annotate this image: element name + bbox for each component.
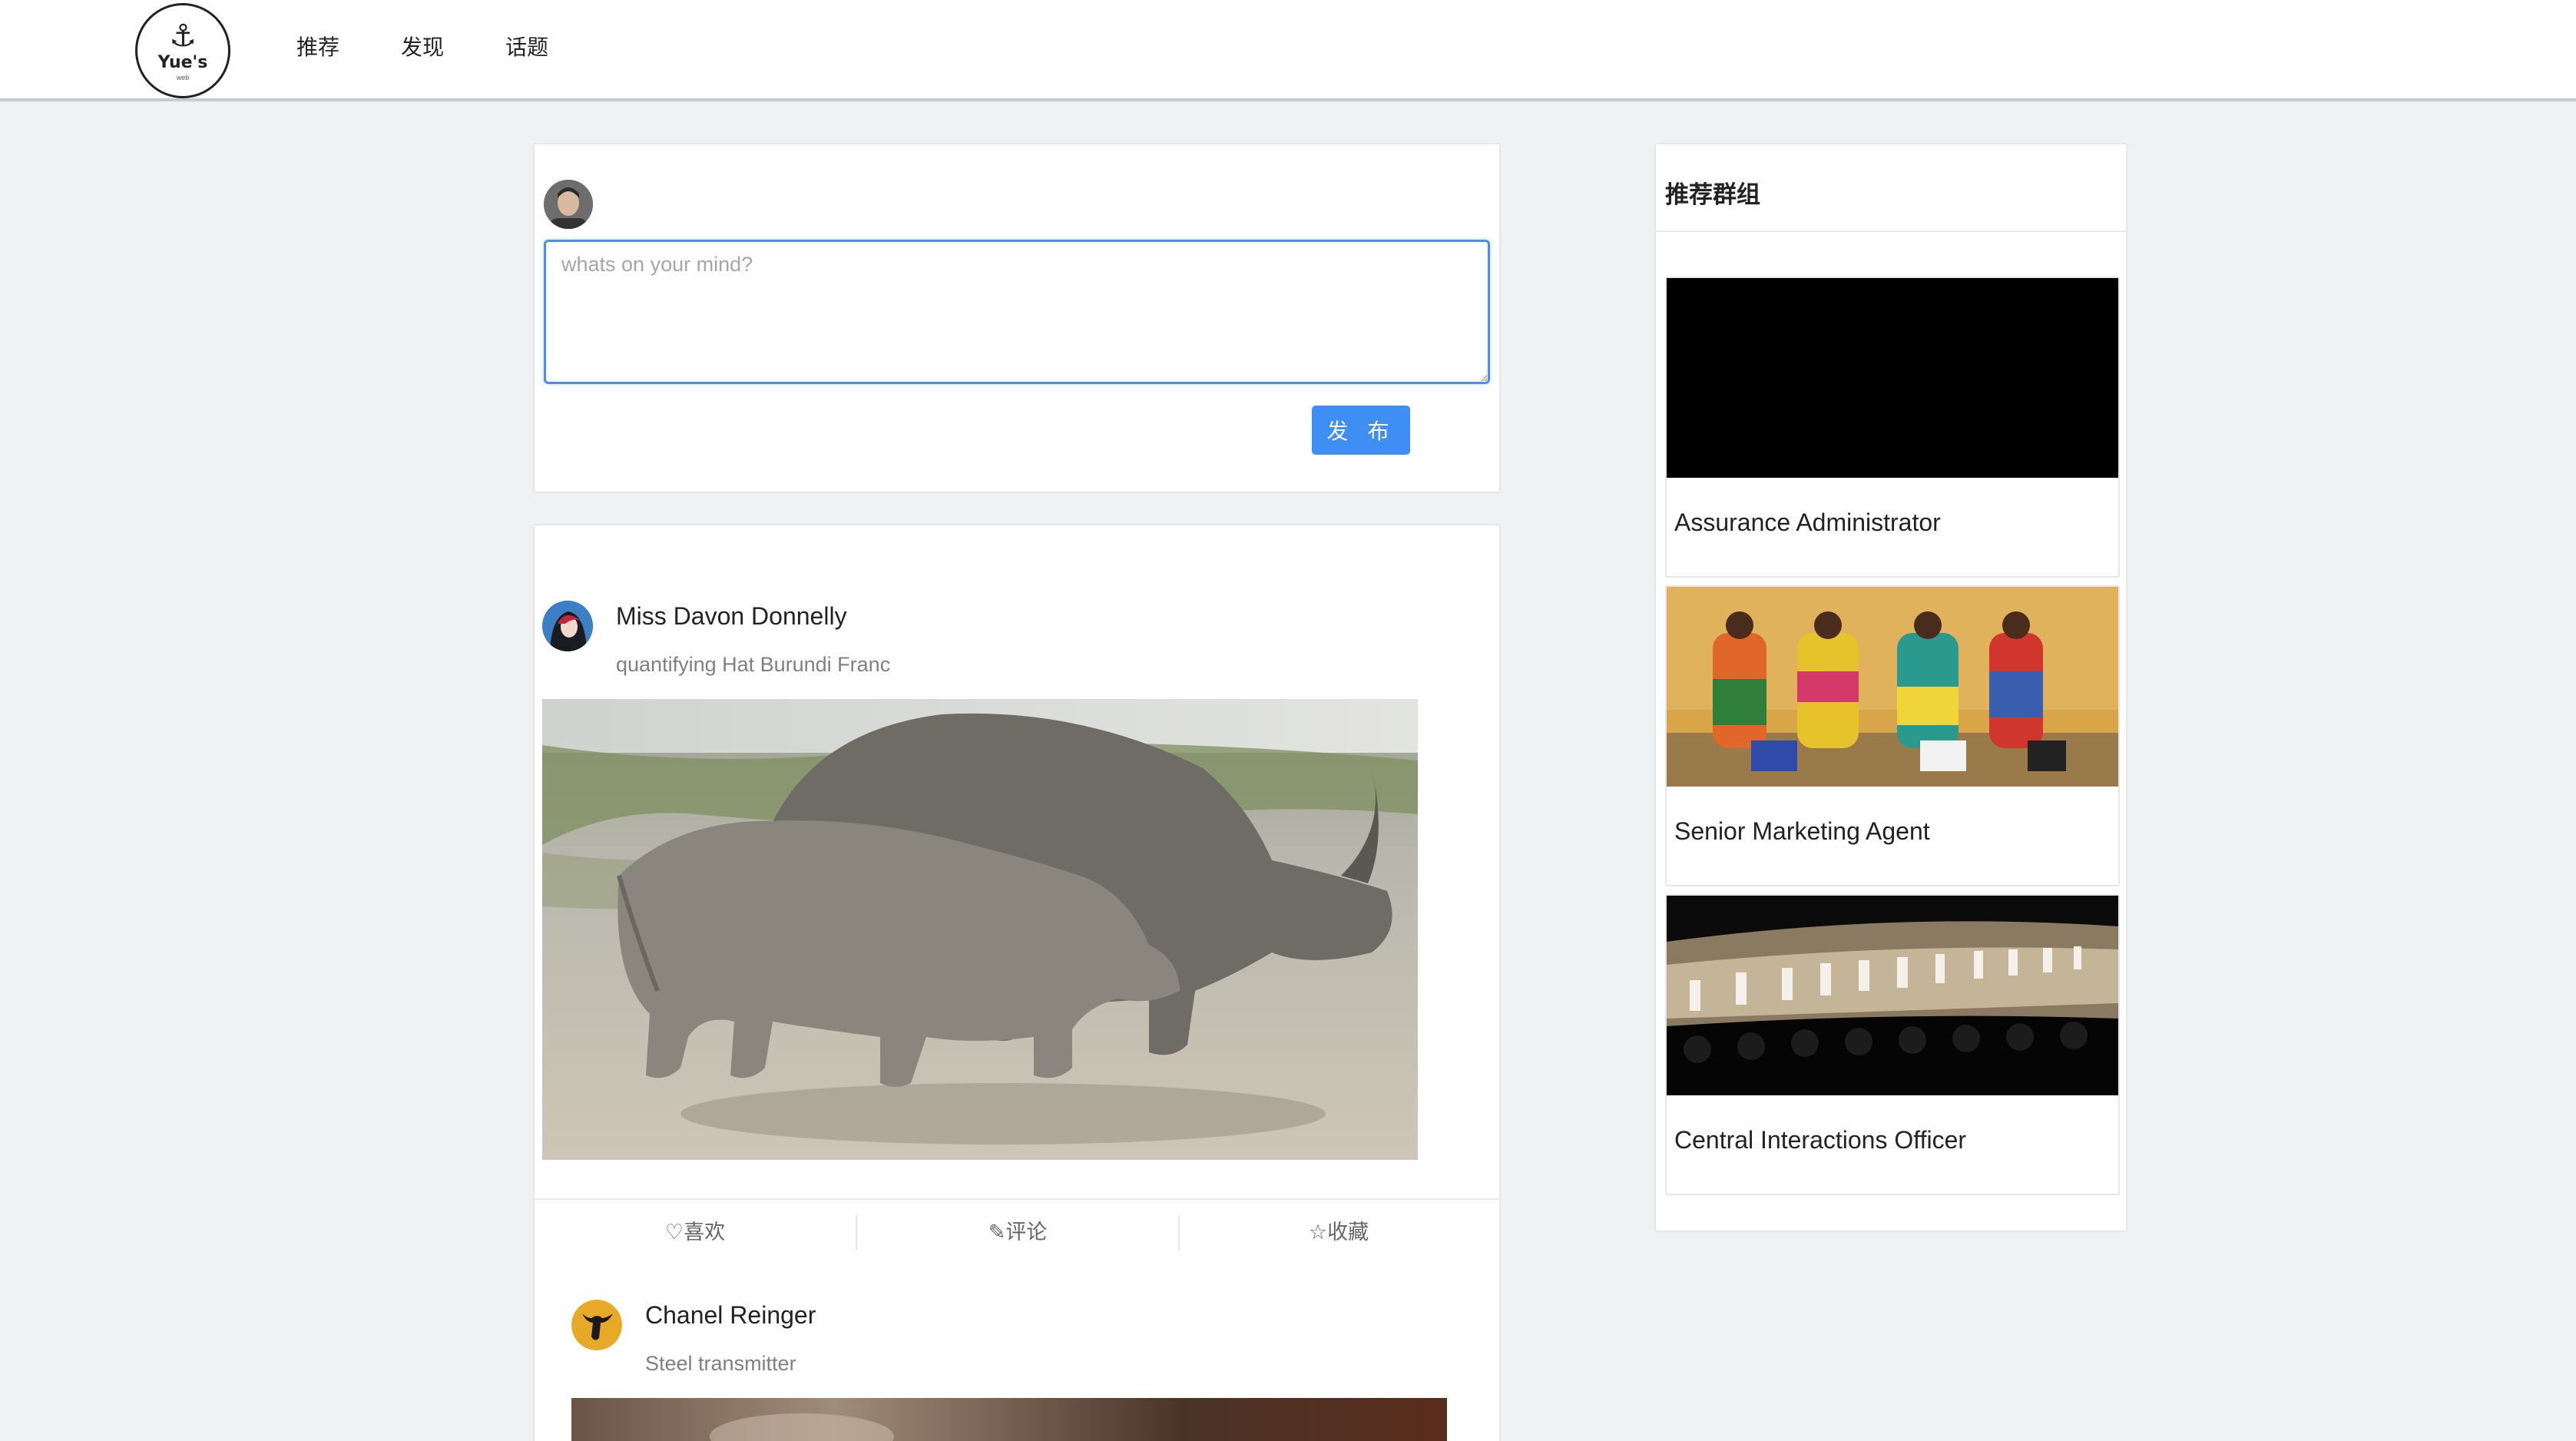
comment-button[interactable]: ✎评论 <box>857 1214 1178 1252</box>
author-avatar[interactable] <box>542 601 593 651</box>
post-composer: 发 布 <box>533 143 1501 493</box>
feed-card: Miss Davon Donnelly quantifying Hat Buru… <box>533 524 1501 1441</box>
pencil-icon: ✎ <box>988 1221 1006 1244</box>
post-actions-bar: ♡喜欢 ✎评论 ☆收藏 <box>535 1198 1499 1269</box>
top-navbar: ⚓ Yue's web 推荐 发现 话题 <box>0 0 2576 101</box>
post-input[interactable] <box>544 240 1490 384</box>
post-subtitle: Steel transmitter <box>645 1352 796 1375</box>
post-author[interactable]: Miss Davon Donnelly <box>616 602 847 631</box>
nav-item-topics[interactable]: 话题 <box>505 31 548 65</box>
group-image <box>1667 896 2118 1095</box>
post-subtitle: quantifying Hat Burundi Franc <box>616 653 891 676</box>
post-image[interactable] <box>542 699 1418 1160</box>
logo-sub-text: web <box>176 73 190 81</box>
heart-outline-icon: ♡ <box>664 1221 684 1244</box>
sidebar-divider <box>1656 230 2126 232</box>
group-name: Central Interactions Officer <box>1674 1126 1967 1154</box>
site-logo[interactable]: ⚓ Yue's web <box>135 3 230 98</box>
like-label: 喜欢 <box>684 1221 726 1244</box>
post-author[interactable]: Chanel Reinger <box>645 1301 816 1330</box>
sidebar-title: 推荐群组 <box>1665 181 1760 209</box>
publish-button[interactable]: 发 布 <box>1312 406 1410 455</box>
group-name: Senior Marketing Agent <box>1674 817 1930 845</box>
nav-item-recommend[interactable]: 推荐 <box>296 31 339 65</box>
group-image <box>1667 278 2118 478</box>
group-card[interactable]: Assurance Administrator <box>1665 277 2120 578</box>
group-name: Assurance Administrator <box>1674 508 1941 536</box>
group-card[interactable]: Senior Marketing Agent <box>1665 585 2120 886</box>
collect-button[interactable]: ☆收藏 <box>1178 1214 1499 1252</box>
logo-brand-text: Yue's <box>157 52 208 72</box>
nav-item-discover[interactable]: 发现 <box>401 31 444 65</box>
group-card[interactable]: Central Interactions Officer <box>1665 894 2120 1195</box>
group-image <box>1667 587 2118 787</box>
like-button[interactable]: ♡喜欢 <box>535 1214 856 1252</box>
anchor-icon: ⚓ <box>169 18 197 53</box>
collect-label: 收藏 <box>1327 1221 1369 1244</box>
author-avatar[interactable] <box>571 1300 622 1350</box>
comment-label: 评论 <box>1005 1221 1048 1244</box>
star-outline-icon: ☆ <box>1308 1221 1328 1244</box>
recommended-groups-panel: 推荐群组 Assurance Administrator Senior Mark… <box>1654 143 2127 1232</box>
post-image[interactable] <box>571 1398 1447 1441</box>
current-user-avatar[interactable] <box>544 180 593 229</box>
